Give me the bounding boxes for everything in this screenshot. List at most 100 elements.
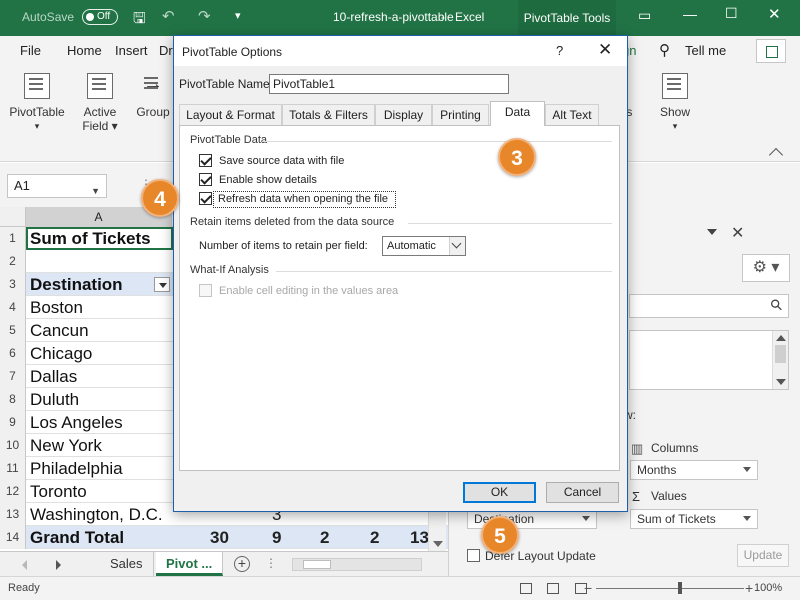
grand-total-cell[interactable]: 13 — [410, 526, 429, 549]
maximize-icon[interactable]: ☐ — [725, 5, 738, 22]
row-number[interactable]: 3 — [0, 273, 26, 296]
row-number[interactable]: 7 — [0, 365, 26, 388]
grand-total-cell[interactable]: 2 — [320, 526, 329, 549]
close-icon[interactable]: ✕ — [598, 40, 612, 60]
row-number[interactable]: 6 — [0, 342, 26, 365]
autosave-toggle[interactable]: Off — [82, 9, 118, 25]
cell-a[interactable]: Los Angeles — [30, 411, 123, 434]
tab-totals-filters[interactable]: Totals & Filters — [282, 104, 375, 125]
undo-icon[interactable]: ↶ — [162, 7, 175, 25]
retain-items-dropdown[interactable]: Automatic — [382, 236, 466, 256]
table-row[interactable]: 14 Grand Total 30 9 2 2 13 — [0, 526, 448, 549]
scroll-thumb[interactable] — [775, 345, 786, 363]
tab-printing[interactable]: Printing — [432, 104, 489, 125]
grand-total-cell[interactable]: 2 — [370, 526, 379, 549]
group-button[interactable]: → Group — [134, 73, 172, 119]
lightbulb-search-icon[interactable]: ⚲ — [659, 41, 670, 59]
defer-layout-checkbox[interactable] — [467, 549, 480, 562]
tab-home[interactable]: Home — [67, 43, 102, 58]
scroll-down-icon[interactable] — [433, 541, 443, 547]
active-field-button[interactable]: Active Field ▾ — [78, 73, 122, 133]
columns-field-months[interactable]: Months — [630, 460, 758, 480]
horizontal-scrollbar[interactable] — [292, 558, 422, 571]
row-number[interactable]: 9 — [0, 411, 26, 434]
update-button[interactable]: Update — [737, 544, 789, 567]
save-source-data-checkbox[interactable] — [199, 154, 212, 167]
tab-layout-format[interactable]: Layout & Format — [179, 104, 282, 125]
row-number[interactable]: 8 — [0, 388, 26, 411]
cell-a[interactable]: Grand Total — [30, 526, 124, 549]
share-button[interactable] — [756, 39, 786, 63]
enable-show-details-checkbox[interactable] — [199, 173, 212, 186]
close-window-icon[interactable]: ✕ — [768, 5, 781, 23]
field-list[interactable] — [629, 330, 789, 390]
row-number[interactable]: 2 — [0, 250, 26, 273]
cell-a[interactable]: Cancun — [30, 319, 89, 342]
pane-options-chevron-icon[interactable] — [707, 229, 717, 235]
field-list-scrollbar[interactable] — [772, 331, 788, 389]
row-number[interactable]: 5 — [0, 319, 26, 342]
values-field-sum-of-tickets[interactable]: Sum of Tickets — [630, 509, 758, 529]
row-number[interactable]: 13 — [0, 503, 26, 526]
tab-insert[interactable]: Insert — [115, 43, 148, 58]
row-number[interactable]: 12 — [0, 480, 26, 503]
ok-button[interactable]: OK — [463, 482, 536, 503]
refresh-on-open-checkbox[interactable] — [199, 192, 212, 205]
field-search-input[interactable] — [629, 294, 789, 318]
cell-a[interactable]: Destination — [30, 273, 123, 296]
cell-a[interactable]: Boston — [30, 296, 83, 319]
minimize-icon[interactable]: — — [683, 6, 697, 22]
cell-a[interactable]: Washington, D.C. — [30, 503, 163, 526]
normal-view-icon[interactable] — [520, 583, 532, 594]
sheet-tab-pivot[interactable]: Pivot ... — [156, 552, 224, 576]
name-box[interactable]: A1 ▼ — [7, 174, 107, 198]
tab-split-grip-icon[interactable]: ⋮ — [265, 556, 277, 570]
row-number[interactable]: 10 — [0, 434, 26, 457]
pivottable-button[interactable]: PivotTable ▾ — [6, 73, 68, 132]
zoom-out-icon[interactable]: − — [584, 580, 592, 596]
enable-show-details-label[interactable]: Enable show details — [219, 174, 317, 186]
select-all-corner[interactable] — [0, 207, 26, 227]
sheet-tab-sales[interactable]: Sales — [100, 552, 154, 576]
ribbon-display-options-icon[interactable]: ▭ — [638, 7, 651, 24]
tab-data[interactable]: Data — [490, 101, 545, 126]
tab-display[interactable]: Display — [375, 104, 432, 125]
add-sheet-icon[interactable]: + — [234, 556, 250, 572]
scroll-down-icon[interactable] — [776, 379, 786, 385]
close-pane-icon[interactable]: ✕ — [731, 223, 744, 243]
cell-a[interactable]: Dallas — [30, 365, 77, 388]
scroll-up-icon[interactable] — [776, 335, 786, 341]
zoom-slider[interactable] — [596, 588, 744, 589]
zoom-in-icon[interactable]: + — [745, 580, 753, 596]
cell-a[interactable]: Chicago — [30, 342, 92, 365]
tab-alt-text[interactable]: Alt Text — [545, 104, 599, 125]
redo-icon[interactable]: ↷ — [198, 7, 211, 25]
cancel-button[interactable]: Cancel — [546, 482, 619, 503]
prev-sheet-icon[interactable] — [22, 560, 27, 570]
customize-qat-icon[interactable]: ▾ — [235, 9, 241, 22]
save-source-data-label[interactable]: Save source data with file — [219, 155, 344, 167]
filter-dropdown-icon[interactable] — [154, 277, 170, 292]
cell-a[interactable]: New York — [30, 434, 102, 457]
zoom-level[interactable]: 100% — [754, 582, 782, 594]
gear-icon[interactable]: ⚙ ▾ — [742, 254, 790, 282]
scroll-thumb[interactable] — [303, 560, 331, 569]
grand-total-cell[interactable]: 9 — [272, 526, 281, 549]
cell-a[interactable]: Duluth — [30, 388, 79, 411]
tell-me-search[interactable]: Tell me — [685, 43, 726, 58]
tab-draw[interactable]: Dr — [159, 43, 173, 58]
cell-a[interactable]: Philadelphia — [30, 457, 123, 480]
pivottable-name-input[interactable]: PivotTable1 — [269, 74, 509, 94]
row-number[interactable]: 11 — [0, 457, 26, 480]
show-button[interactable]: Show ▾ — [656, 73, 694, 132]
next-sheet-icon[interactable] — [56, 560, 61, 570]
enable-cell-editing-checkbox[interactable] — [199, 284, 212, 297]
cell-a[interactable]: Toronto — [30, 480, 87, 503]
zoom-slider-thumb[interactable] — [678, 582, 682, 594]
help-icon[interactable]: ? — [556, 43, 563, 58]
page-layout-view-icon[interactable] — [547, 583, 559, 594]
row-number[interactable]: 1 — [0, 227, 26, 250]
grand-total-cell[interactable]: 30 — [210, 526, 229, 549]
tab-file[interactable]: File — [20, 43, 41, 58]
row-number[interactable]: 14 — [0, 526, 26, 549]
